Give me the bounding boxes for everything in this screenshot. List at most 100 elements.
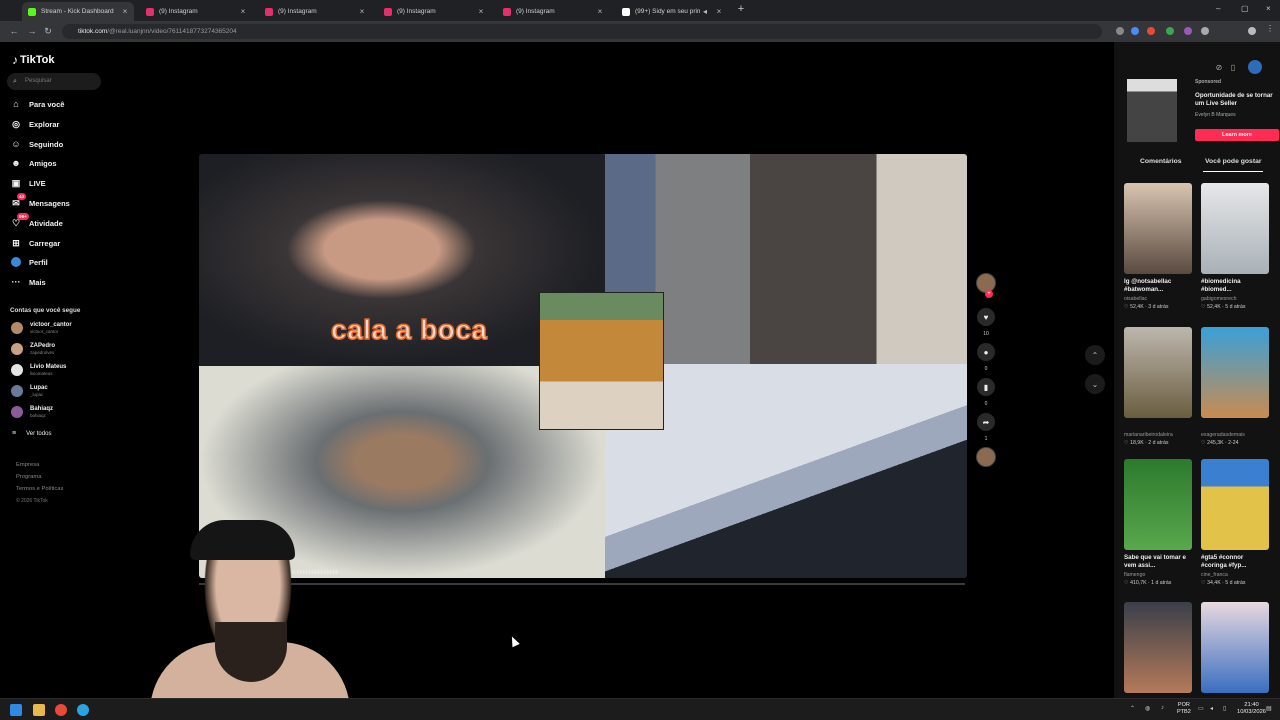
menu-kebab-icon[interactable]: ⋮: [1266, 24, 1274, 33]
battery-icon[interactable]: ▯: [1223, 705, 1226, 712]
video-card[interactable]: marianaribeirodaleira ♡ 18,9K · 2 d atrá…: [1124, 327, 1192, 446]
reload-icon[interactable]: ↻: [42, 26, 54, 37]
share-count: 1: [984, 436, 988, 442]
volume-icon[interactable]: ◂: [1210, 705, 1213, 712]
footer-link[interactable]: Programa: [16, 471, 63, 483]
notifications-icon[interactable]: ▤: [1266, 705, 1272, 712]
follow-plus-icon[interactable]: +: [985, 290, 993, 298]
video-card[interactable]: [1124, 602, 1192, 693]
nav-messages[interactable]: ✉ 43 Mensagens: [10, 193, 70, 210]
notification-badge: 99+: [17, 213, 29, 220]
extension-icon[interactable]: [1147, 27, 1155, 35]
close-icon[interactable]: ×: [476, 7, 486, 16]
extension-icon[interactable]: [1116, 27, 1124, 35]
new-tab-button[interactable]: +: [735, 4, 747, 16]
nav-label: Explorar: [29, 119, 60, 129]
followed-account[interactable]: Bahiaqz bahiaqz: [11, 404, 53, 420]
comment-button[interactable]: ●: [977, 343, 995, 361]
see-all-link[interactable]: ≡ Ver todos: [12, 430, 51, 437]
like-button[interactable]: ♥: [977, 308, 995, 326]
browser-tab[interactable]: (9) Instagram ×: [378, 2, 490, 21]
chrome-icon[interactable]: [55, 704, 67, 716]
close-icon[interactable]: ×: [120, 7, 130, 16]
network-icon[interactable]: ◍: [1145, 705, 1150, 712]
forward-icon[interactable]: →: [26, 26, 38, 36]
nav-for-you[interactable]: ⌂ Para você: [10, 97, 64, 111]
nav-friends[interactable]: ☻ Amigos: [10, 156, 56, 170]
sound-avatar[interactable]: [976, 447, 996, 467]
window-close-icon[interactable]: ×: [1266, 4, 1271, 13]
browser-tab[interactable]: (9) Instagram ×: [497, 2, 609, 21]
nav-more[interactable]: ··· Mais: [10, 275, 46, 289]
device-icon[interactable]: ▯: [1226, 60, 1240, 74]
previous-video-button[interactable]: ⌃: [1085, 345, 1105, 365]
search-input[interactable]: ⌕ Pesquisar: [7, 73, 101, 90]
followed-account[interactable]: victoor_cantor victoor_cantor: [11, 320, 72, 336]
back-icon[interactable]: ←: [8, 26, 20, 36]
display-icon[interactable]: ▭: [1198, 705, 1204, 712]
sponsored-ad[interactable]: Sponsored Oportunidade de se tornar um L…: [1124, 79, 1279, 145]
tray-chevron-icon[interactable]: ⌃: [1130, 705, 1135, 712]
video-card[interactable]: #biomedicina #biomed... gabigomesrech ♡ …: [1201, 183, 1269, 310]
nav-label: Carregar: [29, 238, 61, 248]
browser-tab[interactable]: (9) Instagram ×: [259, 2, 371, 21]
video-caption: cala a boca: [330, 313, 488, 346]
video-card[interactable]: Ig @notsabellac #batwoman... oisabellac …: [1124, 183, 1192, 310]
followed-account[interactable]: Lívio Mateus liviomateus: [11, 362, 66, 378]
nav-following[interactable]: ☺ Seguindo: [10, 137, 63, 151]
close-icon[interactable]: ×: [595, 7, 605, 16]
nav-activity[interactable]: ♡ 99+ Atividade: [10, 213, 63, 230]
video-card[interactable]: #gta5 #connor #coringa #fyp... cine_fran…: [1201, 459, 1269, 586]
close-icon[interactable]: ×: [238, 7, 248, 16]
user-avatar[interactable]: [1248, 60, 1262, 74]
nav-label: Seguindo: [29, 139, 64, 149]
browser-tab[interactable]: (9) Instagram ×: [140, 2, 252, 21]
address-bar-row: ← → ↻ tiktok.com/@real.luanjnn/video/761…: [0, 21, 1280, 42]
browser-tab[interactable]: Stream - Kick Dashboard ×: [22, 2, 134, 21]
video-card[interactable]: [1201, 602, 1269, 693]
sponsored-label: Sponsored: [1195, 79, 1222, 85]
close-icon[interactable]: ×: [357, 7, 367, 16]
windows-start-icon[interactable]: [10, 704, 22, 716]
nav-explore[interactable]: ◎ Explorar: [10, 117, 59, 131]
friends-icon: ☻: [11, 158, 21, 168]
video-card[interactable]: Sabe que vai tomar e vem assi... flameng…: [1124, 459, 1192, 586]
nav-profile[interactable]: Perfil: [10, 255, 48, 269]
extension-icon[interactable]: [1131, 27, 1139, 35]
tiktok-logo[interactable]: ♪ TikTok: [12, 53, 54, 67]
profile-avatar[interactable]: [1248, 27, 1256, 35]
followed-account[interactable]: Lupac _lupac: [11, 383, 48, 399]
card-user: cine_franca: [1201, 572, 1228, 578]
more-icon: ···: [11, 277, 21, 287]
browser-tab[interactable]: (99+) Sidy em seu primeiro ◂ ×: [616, 2, 728, 21]
learn-more-button[interactable]: Learn more: [1195, 129, 1279, 141]
footer-link[interactable]: Empresa: [16, 459, 63, 471]
file-explorer-icon[interactable]: [33, 704, 45, 716]
mic-icon[interactable]: ♪: [1161, 705, 1164, 711]
extension-icon[interactable]: [1166, 27, 1174, 35]
tab-you-may-like[interactable]: Você pode gostar: [1205, 158, 1262, 165]
mute-icon[interactable]: ⊘: [1212, 60, 1226, 74]
next-video-button[interactable]: ⌄: [1085, 374, 1105, 394]
nav-live[interactable]: ▣ LIVE: [10, 176, 46, 190]
minimize-icon[interactable]: –: [1216, 4, 1220, 13]
followed-account[interactable]: ZAPedro zapedrolves: [11, 341, 55, 357]
tab-comments[interactable]: Comentários: [1140, 158, 1182, 165]
extension-icon[interactable]: [1184, 27, 1192, 35]
maximize-icon[interactable]: ▢: [1241, 4, 1249, 13]
nav-upload[interactable]: ⊞ Carregar: [10, 236, 60, 250]
video-card[interactable]: exageradasdemais ♡ 245,3K · 2-24: [1201, 327, 1269, 446]
close-icon[interactable]: ×: [714, 7, 724, 16]
like-count: 10: [983, 331, 989, 337]
share-button[interactable]: ➦: [977, 413, 995, 431]
save-button[interactable]: ▮: [977, 378, 995, 396]
instagram-icon: [265, 7, 273, 16]
creator-avatar[interactable]: +: [976, 273, 996, 298]
edge-icon[interactable]: [77, 704, 89, 716]
url-field[interactable]: tiktok.com/@real.luanjnn/video/761141877…: [62, 24, 1102, 39]
speaker-icon[interactable]: ◂: [700, 7, 710, 16]
language-indicator[interactable]: POR PTB2: [1177, 702, 1191, 716]
extensions-puzzle-icon[interactable]: [1201, 27, 1209, 35]
clock[interactable]: 21:40 10/03/2026: [1237, 702, 1266, 716]
footer-link[interactable]: Termos e Políticas: [16, 483, 63, 495]
